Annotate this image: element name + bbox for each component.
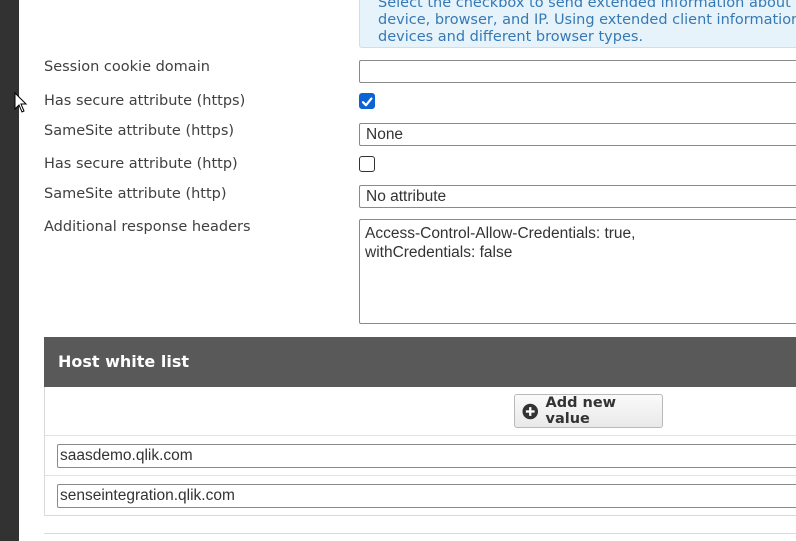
add-new-value-label: Add new value [545,395,617,427]
session-cookie-domain-input[interactable] [359,60,796,83]
info-line: Select the checkbox to send extended inf… [378,0,791,11]
arrow-cursor-icon [14,92,28,113]
samesite-http-label: SameSite attribute (http) [44,186,227,202]
host-white-list-header: Host white list [44,337,796,387]
row-divider [45,475,796,476]
info-line: devices and different browser types. [378,29,644,45]
secure-https-label: Has secure attribute (https) [44,93,246,109]
left-dark-strip [0,0,19,541]
response-headers-line: withCredentials: false [365,244,513,261]
session-cookie-domain-label: Session cookie domain [44,59,210,75]
samesite-https-label: SameSite attribute (https) [44,123,235,139]
secure-http-label: Has secure attribute (http) [44,156,238,172]
host-value-input[interactable]: senseintegration.qlik.com [57,484,796,508]
secure-https-checkbox[interactable] [359,93,375,109]
samesite-http-select[interactable]: No attribute [359,185,796,208]
host-value-input[interactable]: saasdemo.qlik.com [57,444,796,468]
add-new-value-button[interactable]: Add new value [514,394,663,428]
info-box: Select the checkbox to send extended inf… [359,0,796,48]
response-headers-label: Additional response headers [44,219,251,235]
samesite-https-select[interactable]: None [359,123,796,146]
row-divider [45,435,796,436]
plus-circle-icon [522,403,539,419]
checkmark-icon [361,97,373,107]
bottom-divider [44,533,796,534]
response-headers-line: Access-Control-Allow-Credentials: true, [365,225,636,242]
response-headers-textarea[interactable]: Access-Control-Allow-Credentials: true, … [359,219,796,324]
secure-http-checkbox[interactable] [359,156,375,172]
info-line: device, browser, and IP. Using extended … [378,12,796,28]
